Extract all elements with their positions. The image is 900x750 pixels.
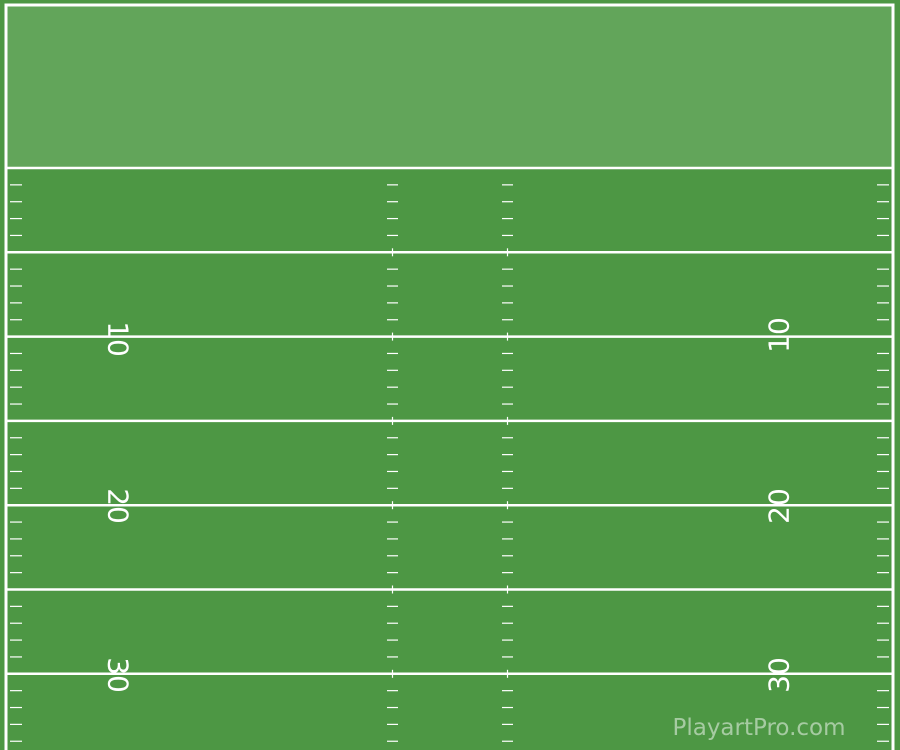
yard-number-right-30: 30 xyxy=(763,657,796,693)
yard-number-left-10: 10 xyxy=(102,321,135,357)
football-field: 10 20 30 10 20 30 PlayartPro.com xyxy=(0,0,900,750)
end-zone xyxy=(6,6,893,168)
yard-number-right-20: 20 xyxy=(763,488,796,524)
watermark: PlayartPro.com xyxy=(672,715,845,741)
yard-number-left-30: 30 xyxy=(102,657,135,693)
yard-number-left-20: 20 xyxy=(102,488,135,524)
yard-number-right-10: 10 xyxy=(763,317,796,353)
